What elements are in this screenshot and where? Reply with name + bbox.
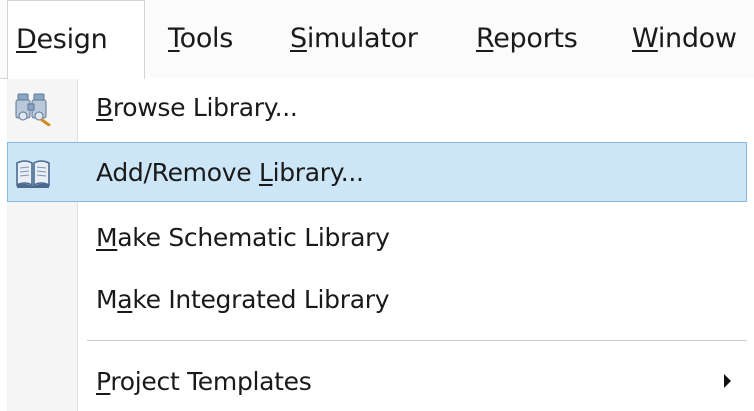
menu-item-make-integrated-library[interactable]: Make Integrated Library	[7, 270, 747, 330]
project-templates-label: Project Templates	[96, 367, 312, 396]
menu-design-accel: D	[16, 24, 37, 55]
binoculars-icon	[15, 93, 51, 126]
book-icon	[16, 160, 50, 188]
submenu-arrow-icon	[724, 374, 731, 388]
menu-simulator-label: imulator	[306, 23, 418, 54]
menu-item-add-remove-library[interactable]: Add/Remove Library...	[7, 142, 747, 202]
menu-tools-label: ools	[179, 23, 234, 54]
menu-reports-accel: R	[476, 23, 494, 54]
menu-window[interactable]: Window	[632, 0, 737, 78]
menu-design[interactable]: Design	[7, 0, 145, 79]
menu-simulator-accel: S	[290, 23, 307, 54]
menu-separator	[87, 340, 747, 341]
browse-library-label: Browse Library...	[96, 93, 298, 122]
menu-window-label: indow	[657, 23, 737, 54]
add-remove-library-label: Add/Remove Library...	[96, 158, 364, 187]
make-integrated-library-label: Make Integrated Library	[96, 285, 390, 314]
menu-tools-accel: T	[168, 23, 180, 54]
menu-item-browse-library[interactable]: Browse Library...	[7, 78, 747, 138]
app-window: Design Tools Simulator Reports Window Br…	[0, 0, 754, 411]
menu-simulator[interactable]: Simulator	[290, 0, 418, 78]
menu-window-accel: W	[632, 23, 658, 54]
menu-tools[interactable]: Tools	[168, 0, 233, 78]
menu-item-make-schematic-library[interactable]: Make Schematic Library	[7, 208, 747, 268]
menu-item-project-templates[interactable]: Project Templates	[7, 352, 747, 411]
menu-reports[interactable]: Reports	[476, 0, 578, 78]
menu-design-label: esign	[36, 24, 108, 55]
menu-reports-label: eports	[493, 23, 578, 54]
make-schematic-library-label: Make Schematic Library	[96, 223, 390, 252]
menu-bar: Design Tools Simulator Reports Window	[0, 0, 754, 79]
design-dropdown-menu: Browse Library... Add/Remove Library... …	[7, 78, 754, 411]
